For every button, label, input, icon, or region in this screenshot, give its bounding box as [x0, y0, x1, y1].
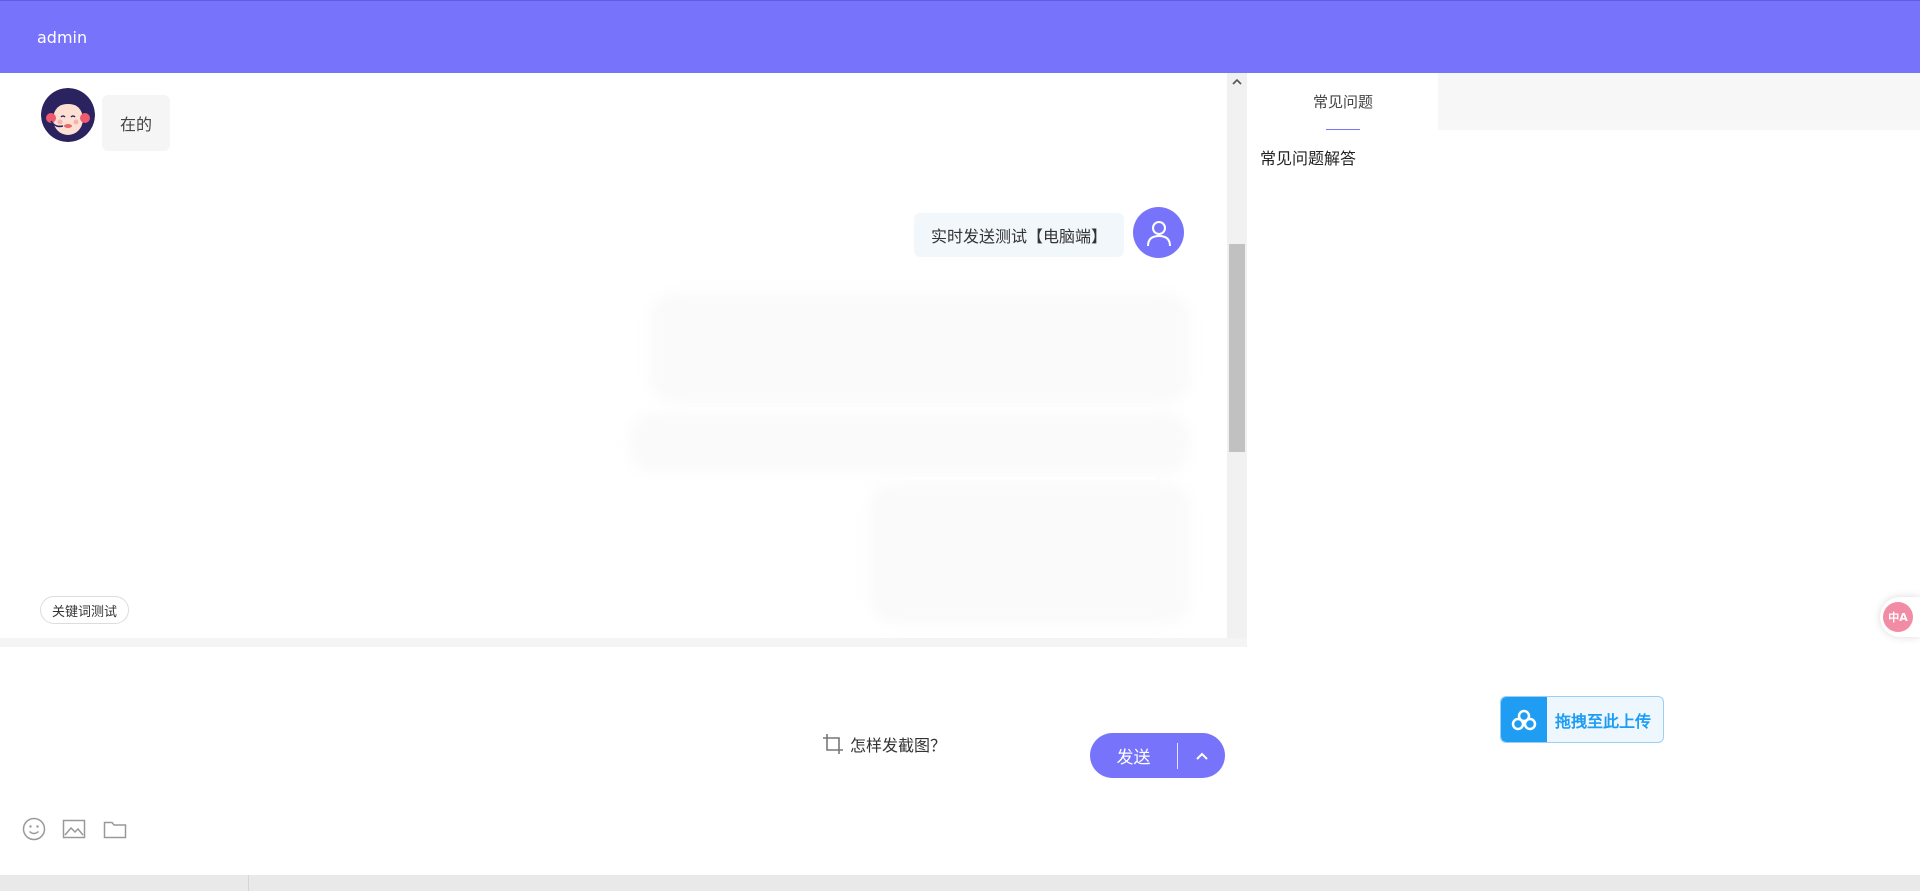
- image-icon[interactable]: [61, 816, 87, 842]
- faq-title: 常见问题解答: [1260, 149, 1357, 168]
- input-divider: [0, 638, 1247, 647]
- scroll-up-icon[interactable]: [1231, 76, 1243, 88]
- tab-faq[interactable]: 常见问题: [1248, 73, 1438, 130]
- translate-icon: 中A: [1883, 602, 1913, 632]
- cloud-upload-icon: [1501, 697, 1547, 742]
- blurred-placeholder: [650, 293, 1190, 403]
- keyword-chip-label: 关键词测试: [52, 604, 118, 620]
- header-title: admin: [37, 27, 88, 47]
- send-button[interactable]: 发送: [1090, 733, 1177, 778]
- folder-icon[interactable]: [102, 816, 128, 842]
- agent-avatar: [41, 88, 95, 142]
- bottom-status-strip: [0, 875, 1920, 891]
- screenshot-help-label: 怎样发截图？: [850, 736, 947, 755]
- chat-pane: 在的 实时发送测试【电脑端】 关键词测试: [0, 73, 1247, 875]
- side-tab-strip: 常见问题: [1248, 73, 1920, 130]
- scrollbar-thumb[interactable]: [1229, 244, 1245, 452]
- user-icon: [1146, 220, 1171, 246]
- bottom-strip-divider: [248, 875, 249, 891]
- emoji-icon[interactable]: [21, 816, 47, 842]
- tab-active-indicator: [1326, 129, 1360, 130]
- message-input-area[interactable]: [0, 647, 1247, 875]
- message-text: 实时发送测试【电脑端】: [930, 227, 1107, 246]
- side-panel: 常见问题 常见问题解答: [1248, 73, 1920, 875]
- blurred-placeholder: [870, 483, 1190, 623]
- chevron-up-icon: [1195, 752, 1208, 760]
- message-scrollbar[interactable]: [1227, 73, 1247, 638]
- message-list[interactable]: 在的 实时发送测试【电脑端】 关键词测试: [0, 73, 1227, 638]
- drag-upload-badge[interactable]: 拖拽至此上传: [1500, 696, 1664, 743]
- blurred-placeholder: [630, 413, 1190, 473]
- message-text: 在的: [120, 115, 153, 134]
- user-message-bubble: 实时发送测试【电脑端】: [913, 213, 1124, 257]
- send-options-button[interactable]: [1178, 733, 1225, 778]
- keyword-chip[interactable]: 关键词测试: [40, 596, 130, 624]
- translate-button[interactable]: 中A: [1880, 597, 1920, 637]
- top-header: admin: [0, 0, 1920, 73]
- agent-message-bubble: 在的: [102, 95, 171, 151]
- send-button-group: 发送: [1090, 733, 1225, 778]
- drag-upload-label: 拖拽至此上传: [1555, 711, 1652, 731]
- screenshot-help-link[interactable]: 怎样发截图？: [822, 733, 946, 755]
- tab-faq-label: 常见问题: [1312, 93, 1373, 111]
- send-button-label: 发送: [1116, 748, 1151, 768]
- crop-icon: [823, 734, 843, 754]
- user-avatar: [1133, 207, 1184, 258]
